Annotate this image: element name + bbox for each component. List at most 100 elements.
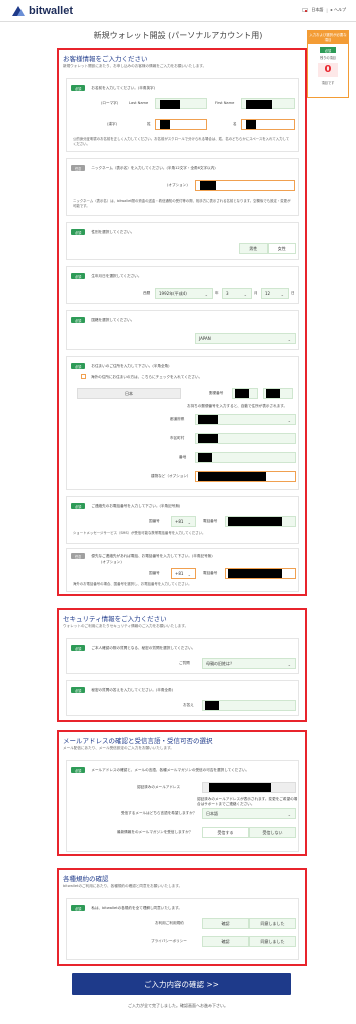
required-badge: 必須 [71, 905, 86, 911]
terms-confirm-button[interactable]: 確認 [202, 918, 249, 929]
terms-label: お利用ご利用規約 [155, 921, 184, 925]
country-select[interactable]: JAPAN ⌄ [195, 333, 296, 344]
sei-label: 姓 [147, 122, 151, 126]
dob-month-select[interactable]: 3 ⌄ [222, 288, 252, 299]
dob-day-select[interactable]: 12 ⌄ [261, 288, 289, 299]
answer-panel: 必須 秘密の質問の答えを入力してください。(半角全角) お答え [66, 680, 299, 716]
last-name-input[interactable] [155, 98, 207, 109]
terms-panel: 必須 私は、bitwalletの各規約を全て理解し同意いたします。 お利用ご利用… [66, 898, 299, 960]
widget-heading: 入力および選択が必要な項目 [308, 31, 348, 44]
japan-flag-icon [302, 8, 309, 12]
phone-prompt: ご連絡先のお電話番号を入力して下さい。(半角記号無) [91, 503, 181, 508]
chevron-down-icon: ⌄ [187, 572, 191, 577]
security-question-select[interactable]: 母親の旧姓は？ ⌄ [202, 658, 296, 669]
redacted-block [205, 701, 219, 710]
phone-panel: 必須 ご連絡先のお電話番号を入力して下さい。(半角記号無) 国番号 +81 ⌄ 電… [66, 496, 299, 544]
section-subtitle: bitwalletのご利用にあたり、各種規約の確認と同意をお願いいたします。 [63, 884, 183, 888]
nickname-prompt: ニックネーム（表示名）を入力してください。(半角12文字・全角6文字以内) [91, 165, 216, 170]
section-title: お客様情報をご入力ください [63, 55, 148, 63]
terms-agreed-button[interactable]: 同意しました [249, 918, 296, 929]
gender-female-button[interactable]: 女性 [267, 243, 296, 254]
magazine-not-receive-button[interactable]: 受信しない [249, 827, 296, 838]
help-link[interactable]: ▸ ヘルプ [331, 7, 346, 13]
required-badge: 必須 [71, 767, 86, 773]
nickname-input[interactable] [195, 180, 295, 191]
widget-required-badge: 必須 [320, 47, 336, 53]
postal-code-1-input[interactable] [232, 388, 258, 399]
phone2-optional-label: (オプション) [101, 560, 122, 564]
redacted-block [246, 120, 256, 129]
privacy-agreed-button[interactable]: 同意しました [249, 936, 296, 947]
street-label: 番地 [179, 455, 187, 459]
dob-month-value: 3 [226, 291, 229, 296]
mei-label: 名 [233, 122, 237, 126]
gender-toggle: 男性 女性 [239, 243, 296, 254]
magazine-receive-button[interactable]: 受信する [202, 827, 249, 838]
header-separator: | [326, 7, 328, 13]
address-prompt: お住まいのご住所を入力して下さい。(半角全角) [91, 363, 170, 368]
required-badge: 必須 [71, 645, 86, 651]
confirm-input-button[interactable]: ご入力内容の確認 >> [72, 973, 291, 995]
phone2-input[interactable] [225, 568, 296, 579]
city-input[interactable] [195, 433, 296, 444]
widget-footer: 項目です [321, 81, 335, 85]
security-answer-input[interactable] [202, 700, 296, 711]
city-label: 市区町村 [170, 436, 185, 440]
mei-input[interactable] [241, 119, 295, 130]
email-prompt: メールアドレスの確認と、メールの言語、各種メールマガジンの受信の可否を選択してく… [91, 767, 250, 772]
email-language-select[interactable]: 日本語 ⌄ [202, 808, 296, 819]
phone2-panel: 任意 優先なご連絡先があれば電話、お電話番号を入力して下さい。(半角記号無) (… [66, 548, 299, 592]
question-label: ご質問 [179, 661, 190, 665]
nickname-panel: 任意 ニックネーム（表示名）を入力してください。(半角12文字・全角6文字以内)… [66, 158, 299, 216]
dob-day-unit: 日 [291, 291, 295, 295]
postal-code-2-input[interactable] [263, 388, 293, 399]
language-selector[interactable]: 日本語 [311, 7, 323, 13]
first-name-label: First Name [215, 101, 235, 105]
magazine-label: 最新情報をのメールマガジンを受信しますか？ [117, 830, 193, 834]
postal-label: 郵便番号 [209, 391, 224, 395]
header: bitwallet 日本語 | ▸ ヘルプ [0, 0, 356, 22]
security-section: セキュリティ情報をご入力ください ウォレットのご利用にあたりセキュリティ情報のご… [57, 608, 307, 722]
phone2-label: 電話番号 [203, 571, 218, 575]
prefecture-select[interactable]: ⌄ [195, 414, 296, 425]
country-code2-label: 国番号 [149, 571, 160, 575]
optional-badge: 任意 [71, 553, 86, 559]
privacy-confirm-button[interactable]: 確認 [202, 936, 249, 947]
redacted-block [228, 517, 282, 526]
kanji-label: (漢字) [107, 122, 117, 126]
customer-info-section: お客様情報をご入力ください 新規ウォレット開設にあたり、お申し込みのお客様の情報… [57, 48, 307, 596]
phone2-prompt-row: 任意 優先なご連絡先があれば電話、お電話番号を入力して下さい。(半角記号無) [71, 553, 294, 559]
sei-input[interactable] [155, 119, 207, 130]
terms-prompt: 私は、bitwalletの各規約を全て理解し同意いたします。 [91, 905, 182, 910]
country-code2-select[interactable]: +81 ⌄ [171, 568, 196, 579]
country-code-label: 国番号 [149, 519, 160, 523]
last-name-label: Last Name [129, 101, 149, 105]
chevron-down-icon: ⌄ [287, 337, 291, 342]
dob-month-unit: 月 [254, 291, 258, 295]
phone-input[interactable] [225, 516, 296, 527]
redacted-block [198, 472, 266, 481]
required-items-widget: 入力および選択が必要な項目 必須 残りの項目 0 項目です [307, 30, 349, 98]
building-input[interactable] [195, 471, 296, 482]
section-title: メールアドレスの確認と受信言語・受信可否の選択 [63, 737, 213, 745]
required-badge: 必須 [71, 317, 86, 323]
redacted-block [160, 100, 180, 109]
chevron-down-icon: ⌄ [187, 520, 191, 525]
street-input[interactable] [195, 452, 296, 463]
chevron-down-icon: ⌄ [287, 812, 291, 817]
address-panel: 必須 お住まいのご住所を入力して下さい。(半角全角) 海外の住所にお住まいの方は… [66, 356, 299, 490]
bitwallet-logo[interactable]: bitwallet [12, 4, 73, 17]
required-badge: 必須 [71, 273, 86, 279]
name-note: 公的身分証明書のお名前を正しく入力してください。お名前がスクロールで分けられる場… [73, 137, 290, 146]
country-code2-value: +81 [175, 571, 184, 576]
privacy-label: プライバシーポリシー [151, 939, 187, 943]
gender-male-button[interactable]: 男性 [239, 243, 268, 254]
header-right: 日本語 | ▸ ヘルプ [302, 7, 346, 13]
redacted-block [198, 434, 218, 443]
redacted-block [198, 415, 218, 424]
overseas-checkbox[interactable] [81, 374, 86, 379]
dob-year-select[interactable]: 1992年(平成4) ⌄ [155, 288, 213, 299]
first-name-input[interactable] [241, 98, 295, 109]
country-code-select[interactable]: +81 ⌄ [171, 516, 196, 527]
chevron-down-icon: ⌄ [204, 292, 208, 297]
